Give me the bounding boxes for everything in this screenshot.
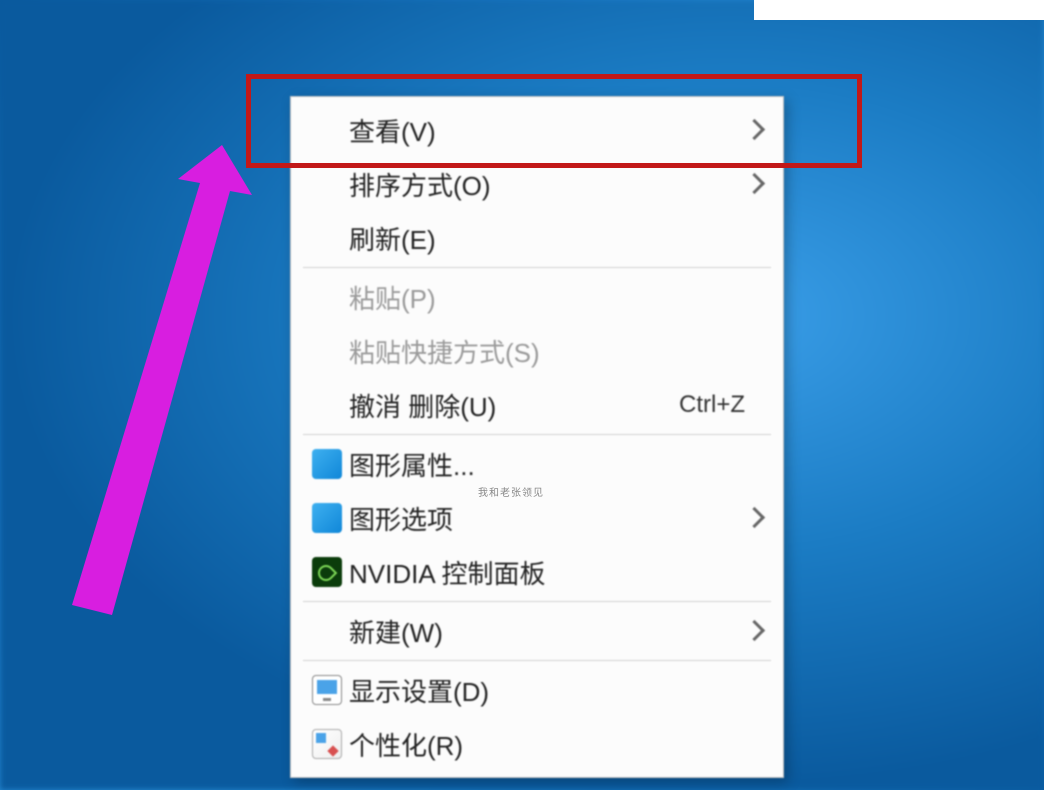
- menu-label: 粘贴快捷方式(S): [349, 333, 765, 370]
- menu-item-paste: 粘贴(P): [291, 270, 783, 324]
- menu-label: 排序方式(O): [349, 166, 743, 203]
- menu-item-new[interactable]: 新建(W): [291, 604, 783, 658]
- menu-item-view[interactable]: 查看(V): [291, 103, 783, 157]
- menu-item-undo-delete[interactable]: 撤消 删除(U) Ctrl+Z: [291, 378, 783, 432]
- personalize-icon: [312, 729, 342, 759]
- chevron-right-icon: [743, 507, 765, 529]
- chevron-right-icon: [743, 173, 765, 195]
- menu-item-graphics-properties[interactable]: 图形属性...: [291, 437, 783, 491]
- menu-label: NVIDIA 控制面板: [349, 554, 765, 591]
- menu-item-nvidia-control-panel[interactable]: NVIDIA 控制面板: [291, 545, 783, 599]
- intel-graphics-icon: [312, 449, 342, 479]
- menu-separator: [303, 267, 771, 268]
- chevron-right-icon: [743, 620, 765, 642]
- nvidia-icon: [312, 557, 342, 587]
- menu-separator: [303, 660, 771, 661]
- menu-label: 图形选项: [349, 500, 743, 537]
- menu-label: 撤消 删除(U): [349, 387, 679, 424]
- menu-separator: [303, 601, 771, 602]
- top-right-white-area: [754, 0, 1044, 20]
- watermark-text: 我和老张领见: [478, 484, 544, 499]
- menu-item-paste-shortcut: 粘贴快捷方式(S): [291, 324, 783, 378]
- menu-item-personalize[interactable]: 个性化(R): [291, 717, 783, 771]
- menu-label: 图形属性...: [349, 446, 765, 483]
- menu-label: 刷新(E): [349, 220, 765, 257]
- menu-label: 粘贴(P): [349, 279, 765, 316]
- intel-graphics-icon: [312, 503, 342, 533]
- menu-label: 查看(V): [349, 112, 743, 149]
- menu-item-refresh[interactable]: 刷新(E): [291, 211, 783, 265]
- menu-separator: [303, 434, 771, 435]
- chevron-right-icon: [743, 119, 765, 141]
- menu-item-sort[interactable]: 排序方式(O): [291, 157, 783, 211]
- display-icon: [312, 675, 342, 705]
- menu-label: 新建(W): [349, 613, 743, 650]
- menu-shortcut: Ctrl+Z: [679, 391, 745, 419]
- menu-label: 显示设置(D): [349, 672, 765, 709]
- desktop-context-menu: 查看(V) 排序方式(O) 刷新(E) 粘贴(P) 粘贴快捷方式(S) 撤消 删…: [290, 96, 784, 778]
- menu-label: 个性化(R): [349, 726, 765, 763]
- menu-item-display-settings[interactable]: 显示设置(D): [291, 663, 783, 717]
- menu-item-graphics-options[interactable]: 图形选项: [291, 491, 783, 545]
